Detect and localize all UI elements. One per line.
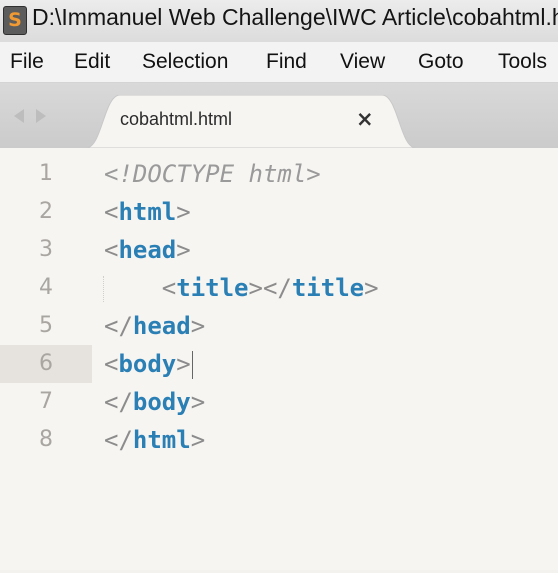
menu-edit[interactable]: Edit (74, 50, 110, 74)
code-text: </html> (104, 421, 205, 459)
bracket-close: > (190, 312, 206, 340)
tab-bar: cobahtml.html × (0, 83, 558, 148)
code-line: 4 <title></title> (0, 269, 558, 307)
code-line-current: 6 <body> (0, 345, 558, 383)
code-text: <title></title> (104, 269, 379, 307)
bracket-open: < (104, 350, 119, 378)
bracket-open: < (161, 274, 177, 302)
code-line: 2 <html> (0, 193, 558, 231)
doctype-open: < (104, 160, 119, 188)
tag-name: html (132, 426, 191, 454)
bracket-open-closing: </ (104, 426, 133, 454)
window-title: D:\Immanuel Web Challenge\IWC Article\co… (32, 4, 558, 30)
line-number: 4 (39, 275, 53, 300)
tag-name: body (132, 388, 191, 416)
code-text: <html> (104, 193, 191, 231)
bracket-open-closing: </ (104, 388, 133, 416)
bracket-open: < (104, 198, 119, 226)
tag-name: html (118, 198, 177, 226)
code-text: </head> (104, 307, 205, 345)
bracket-close: > (190, 426, 206, 454)
code-editor[interactable]: 1 <!DOCTYPE html> 2 <html> 3 <head> 4 <t… (0, 148, 558, 570)
menu-selection[interactable]: Selection (142, 50, 228, 74)
bracket-close: > (248, 274, 263, 302)
close-icon[interactable]: × (356, 107, 374, 131)
doctype-decl: !DOCTYPE html (118, 160, 307, 188)
bracket-close: > (176, 198, 191, 226)
bracket-close: > (176, 236, 191, 264)
tag-name: head (132, 312, 191, 340)
line-number: 5 (39, 313, 53, 338)
code-text: <body> (104, 345, 193, 383)
tag-name: title (291, 274, 365, 302)
line-number: 3 (39, 237, 53, 262)
arrow-left-icon[interactable] (14, 109, 24, 123)
tag-name: body (118, 350, 177, 378)
menu-tools[interactable]: Tools (498, 50, 547, 74)
line-number: 8 (39, 427, 53, 452)
sublime-text-icon: S (3, 6, 27, 35)
code-line: 7 </body> (0, 383, 558, 421)
code-line: 5 </head> (0, 307, 558, 345)
line-number: 7 (39, 389, 53, 414)
code-line: 3 <head> (0, 231, 558, 269)
line-number: 1 (39, 161, 53, 186)
tag-name: title (176, 274, 249, 302)
code-line: 8 </html> (0, 421, 558, 459)
tab-label: cobahtml.html (120, 109, 233, 129)
bracket-open-closing: </ (104, 312, 133, 340)
menu-find[interactable]: Find (266, 50, 307, 74)
text-cursor (191, 351, 193, 379)
tag-name: head (118, 236, 177, 264)
line-number: 2 (39, 199, 53, 224)
menu-view[interactable]: View (340, 50, 385, 74)
bracket-close: > (190, 388, 206, 416)
code-text: <!DOCTYPE html> (104, 155, 321, 193)
bracket-close: > (176, 350, 191, 378)
bracket-open-closing: </ (262, 274, 292, 302)
title-bar: S D:\Immanuel Web Challenge\IWC Article\… (0, 0, 558, 42)
menu-bar: File Edit Selection Find View Goto Tools (0, 42, 558, 83)
menu-goto[interactable]: Goto (418, 50, 464, 74)
doctype-close: > (306, 160, 321, 188)
menu-file[interactable]: File (10, 50, 44, 74)
bracket-close: > (364, 274, 379, 302)
bracket-open: < (104, 236, 119, 264)
tab-nav-arrows (14, 109, 64, 129)
tab-cobahtml[interactable]: cobahtml.html × (86, 95, 416, 148)
code-line: 1 <!DOCTYPE html> (0, 155, 558, 193)
line-number: 6 (0, 345, 92, 383)
code-text: </body> (104, 383, 205, 421)
arrow-right-icon[interactable] (36, 109, 46, 123)
code-text: <head> (104, 231, 191, 269)
